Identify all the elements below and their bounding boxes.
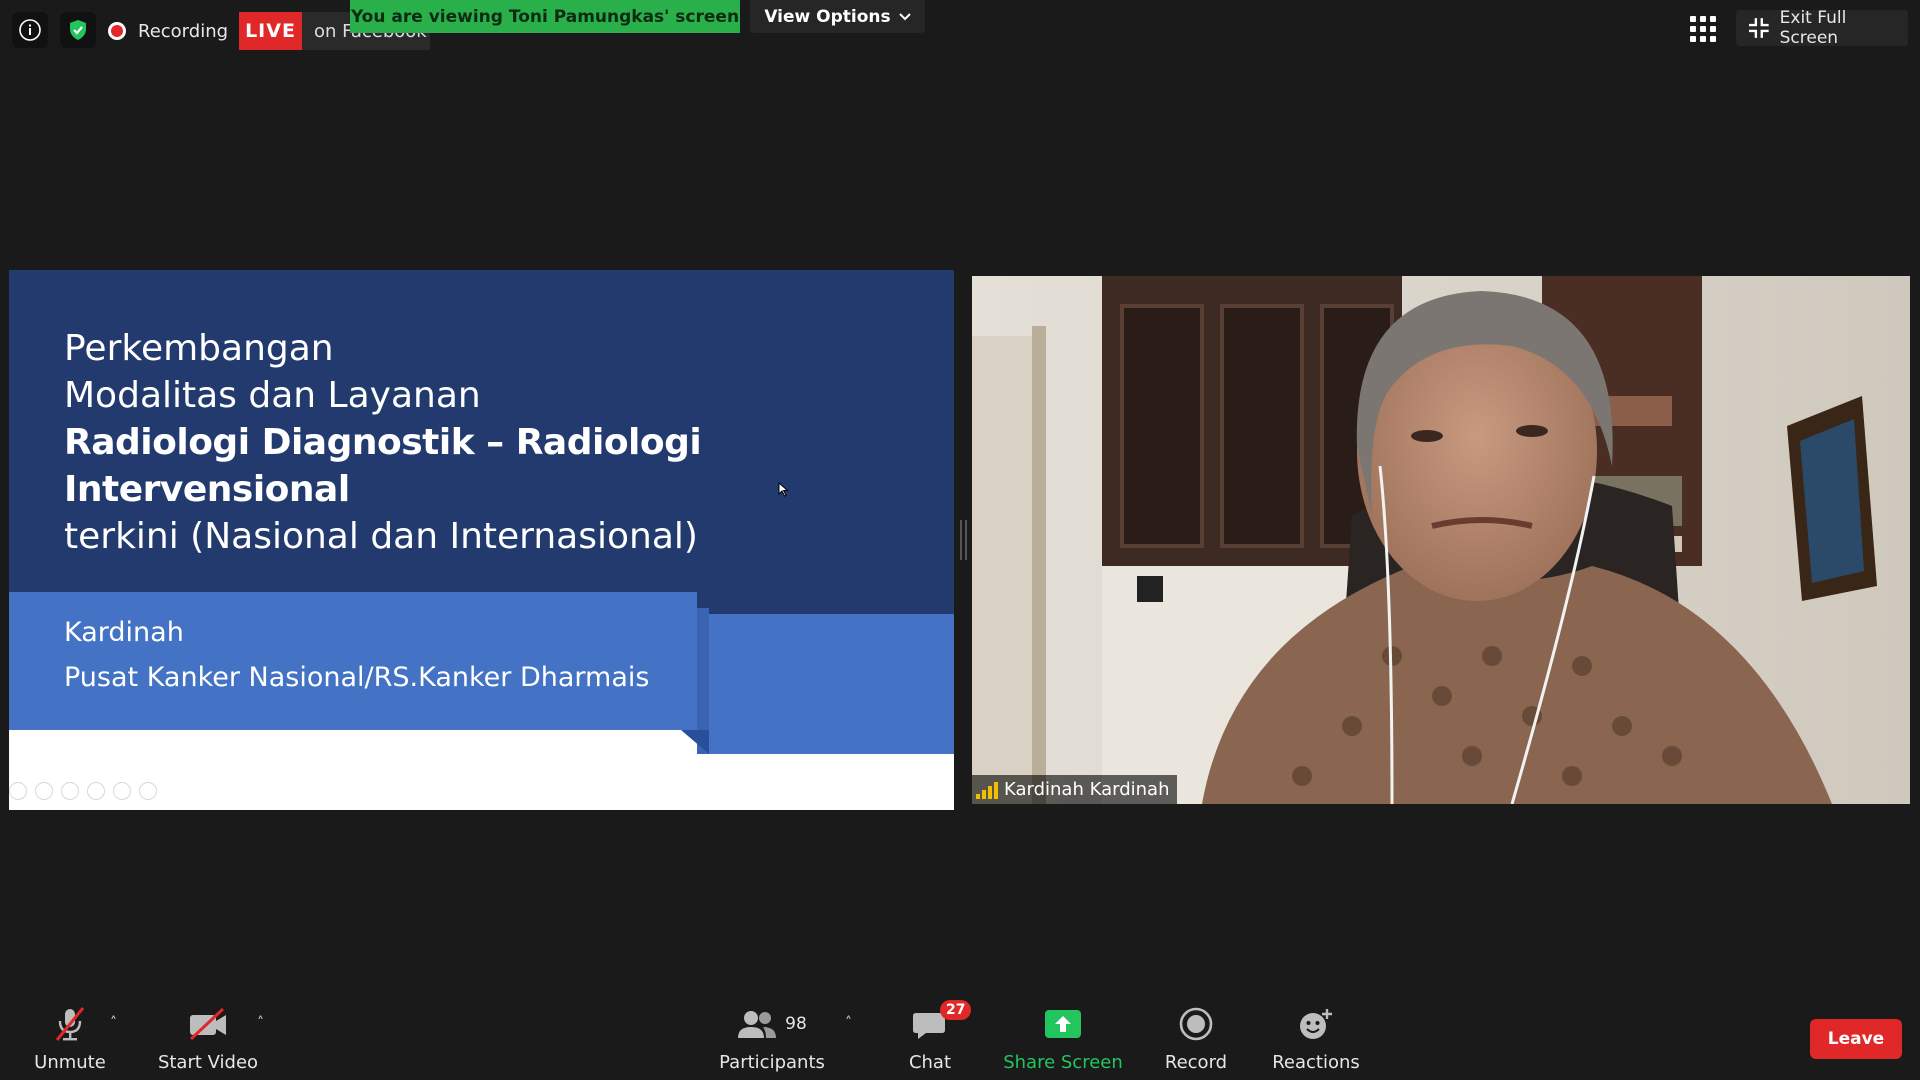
participant-video[interactable] [972,276,1910,804]
participants-count: 98 [785,1014,807,1034]
slide-author-block: Kardinah Pusat Kanker Nasional/RS.Kanker… [64,610,649,700]
audio-options-caret-icon[interactable]: ˄ [110,1015,117,1031]
share-screen-label: Share Screen [1003,1052,1123,1073]
slide-ribbon-right [709,614,954,754]
pen-icon[interactable] [61,782,79,800]
smiley-add-icon [1300,1009,1332,1039]
slide-title-line: Intervensional [64,469,350,510]
exit-full-screen-button[interactable]: Exit Full Screen [1736,8,1908,48]
record-button[interactable]: Record [1160,1002,1232,1073]
chat-unread-badge: 27 [940,1000,972,1020]
participant-name-tag: Kardinah Kardinah [972,775,1178,804]
unmute-label: Unmute [34,1052,106,1073]
slide-ribbon-fold-shadow [681,730,709,754]
info-icon [19,19,41,41]
participants-label: Participants [719,1052,825,1073]
slide-author: Kardinah [64,617,184,648]
participant-name: Kardinah Kardinah [1004,779,1170,800]
meeting-info-button[interactable] [12,12,48,48]
view-options-label: View Options [764,6,891,27]
slide-title: Perkembangan Modalitas dan Layanan Radio… [64,325,702,560]
participants-icon [738,1011,777,1038]
participants-options-caret-icon[interactable]: ˄ [845,1015,852,1031]
live-badge[interactable]: LIVE [239,12,302,50]
viewing-screen-banner: You are viewing Toni Pamungkas' screen [350,0,740,33]
start-video-button[interactable]: Start Video [158,1002,258,1073]
share-screen-icon [1045,1010,1081,1038]
chat-label: Chat [908,1052,952,1073]
shared-screen-slide: Perkembangan Modalitas dan Layanan Radio… [9,270,954,810]
view-options-button[interactable]: View Options [750,0,925,33]
security-button[interactable] [60,12,96,48]
slide-title-line: Modalitas dan Layanan [64,375,481,416]
video-camera-off-icon [189,1008,226,1040]
copy-icon[interactable] [87,782,105,800]
more-icon[interactable] [139,782,157,800]
slide-title-line: Radiologi Diagnostik – Radiologi [64,422,702,463]
record-label: Record [1164,1052,1228,1073]
participants-button[interactable]: 98 Participants [719,1002,825,1073]
video-options-caret-icon[interactable]: ˄ [257,1015,264,1031]
slide-title-line: Perkembangan [64,328,334,369]
recording-label: Recording [138,20,229,42]
slide-title-line: terkini (Nasional dan Internasional) [64,516,698,557]
recording-indicator[interactable]: Recording [108,14,228,48]
record-icon [1179,1007,1213,1041]
play-slide-icon[interactable] [35,782,53,800]
microphone-muted-icon [55,1007,85,1041]
signal-strength-icon [976,781,998,799]
unmute-button[interactable]: Unmute [28,1002,112,1073]
chevron-down-icon [898,12,911,20]
video-frame-image [972,276,1910,804]
reactions-label: Reactions [1272,1052,1360,1073]
record-dot-icon [108,22,126,40]
start-video-label: Start Video [157,1052,259,1073]
leave-button[interactable]: Leave [1810,1019,1902,1059]
reactions-button[interactable]: Reactions [1272,1002,1360,1073]
slide-affiliation: Pusat Kanker Nasional/RS.Kanker Dharmais [64,662,650,693]
prev-slide-icon[interactable] [9,782,27,800]
chat-button[interactable]: 27 Chat [900,1000,972,1073]
share-screen-button[interactable]: Share Screen [1003,1002,1123,1073]
shield-check-icon [70,20,86,40]
zoom-icon[interactable] [113,782,131,800]
split-view-handle[interactable] [960,520,967,560]
slide-controls[interactable] [9,782,157,800]
grid-icon[interactable] [1690,16,1716,42]
compress-icon [1748,18,1769,38]
mouse-cursor-icon [778,482,789,497]
exit-full-screen-label: Exit Full Screen [1779,8,1847,48]
